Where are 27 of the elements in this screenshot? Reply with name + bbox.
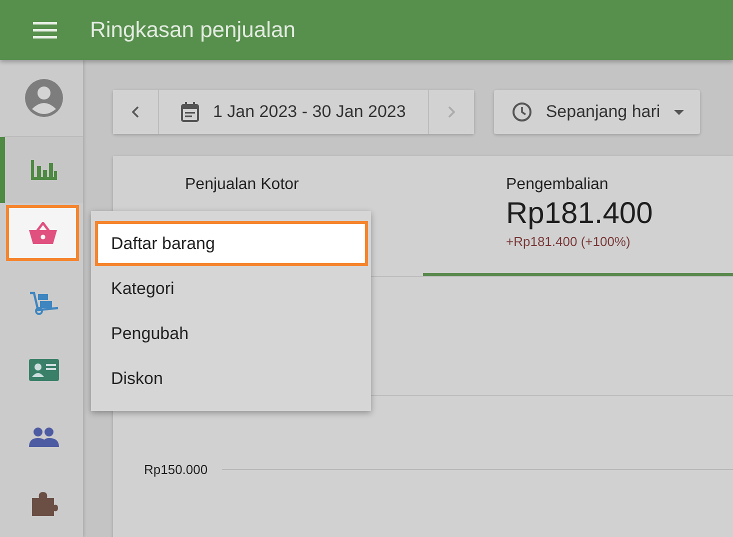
app-title: Ringkasan penjualan	[90, 17, 296, 43]
avatar-icon	[25, 78, 63, 117]
bar-chart-icon	[31, 160, 57, 180]
contact-card-icon	[29, 358, 59, 381]
dropdown-arrow-icon	[674, 110, 684, 114]
clock-icon	[512, 102, 532, 122]
metric-value: Rp181.400	[506, 197, 654, 231]
basket-icon	[28, 222, 56, 244]
menu-icon[interactable]	[33, 21, 57, 39]
metric-label: Pengembalian	[506, 176, 610, 194]
chevron-right-icon	[448, 106, 455, 118]
summary-tab[interactable]: Pengembalian Rp181.400 +Rp181.400 (+100%)	[423, 156, 733, 276]
time-filter-dropdown[interactable]: Sepanjang hari	[494, 90, 700, 134]
puzzle-icon	[30, 492, 58, 516]
metric-change: +Rp181.400 (+100%)	[506, 234, 632, 249]
sidebar-item[interactable]	[0, 136, 83, 204]
people-icon	[29, 426, 59, 447]
menu-item[interactable]: Kategori	[91, 266, 371, 311]
menu-item[interactable]: Pengubah	[91, 311, 371, 356]
menu-item[interactable]: Daftar barang	[95, 221, 368, 266]
sidebar-item[interactable]	[6, 205, 79, 262]
hand-truck-icon	[29, 290, 59, 315]
chevron-left-icon	[132, 106, 139, 118]
menu-item[interactable]: Diskon	[91, 356, 371, 401]
calendar-icon	[181, 102, 199, 122]
date-range-button[interactable]: 1 Jan 2023 - 30 Jan 2023	[158, 90, 429, 134]
y-axis-label: Rp150.000	[144, 462, 208, 477]
